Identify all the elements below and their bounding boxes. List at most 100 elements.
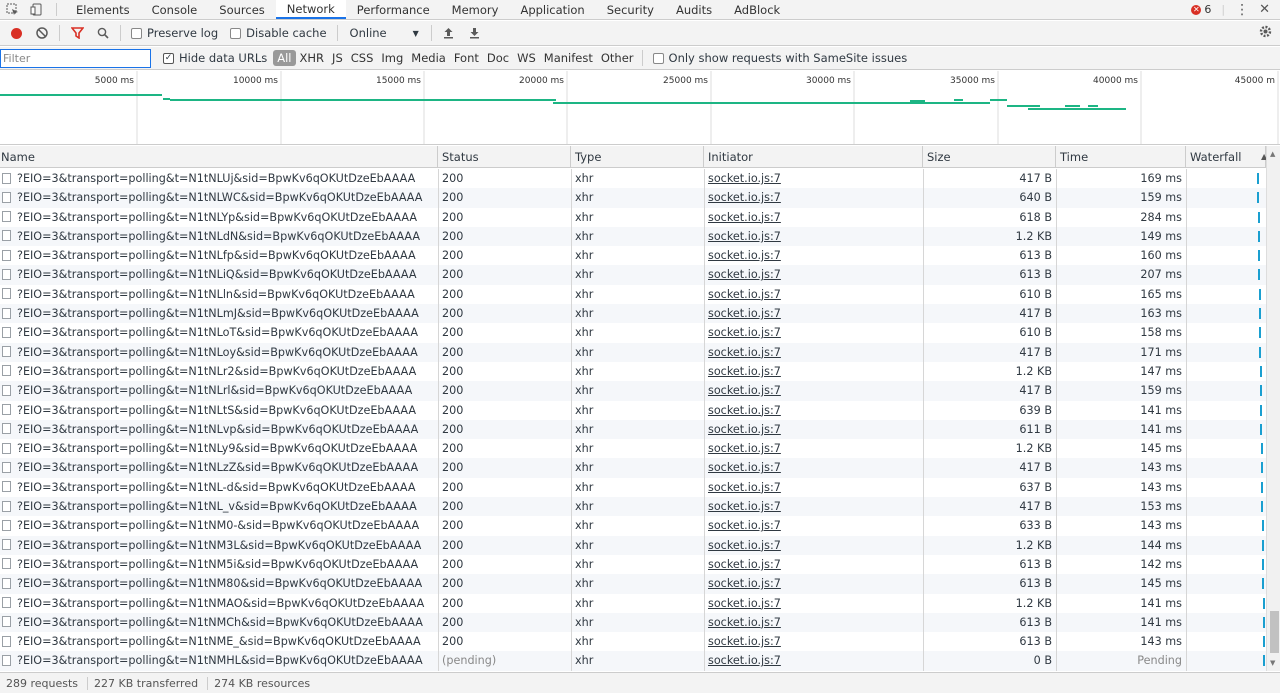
cell-initiator[interactable]: socket.io.js:7 (708, 172, 781, 185)
column-header-name[interactable]: Name (0, 146, 438, 168)
scroll-down-icon[interactable]: ▼ (1270, 659, 1275, 667)
cell-initiator[interactable]: socket.io.js:7 (708, 616, 781, 629)
filter-type-doc[interactable]: Doc (483, 51, 513, 65)
tab-console[interactable]: Console (141, 0, 209, 19)
column-header-size[interactable]: Size (923, 146, 1056, 168)
table-row[interactable]: ?EIO=3&transport=polling&t=N1tNL-d&sid=B… (0, 478, 1280, 497)
table-row[interactable]: ?EIO=3&transport=polling&t=N1tNM80&sid=B… (0, 574, 1280, 594)
inspect-element-icon[interactable] (0, 0, 24, 19)
tab-adblock[interactable]: AdBlock (723, 0, 791, 19)
cell-initiator[interactable]: socket.io.js:7 (708, 461, 781, 474)
tab-elements[interactable]: Elements (65, 0, 141, 19)
tab-sources[interactable]: Sources (208, 0, 276, 19)
cell-initiator[interactable]: socket.io.js:7 (708, 404, 781, 417)
cell-initiator[interactable]: socket.io.js:7 (708, 288, 781, 301)
tab-network[interactable]: Network (275, 0, 346, 19)
cell-initiator[interactable]: socket.io.js:7 (708, 500, 781, 513)
table-row[interactable]: ?EIO=3&transport=polling&t=N1tNM5i&sid=B… (0, 555, 1280, 574)
search-button[interactable] (90, 22, 116, 44)
cell-initiator[interactable]: socket.io.js:7 (708, 423, 781, 436)
cell-initiator[interactable]: socket.io.js:7 (708, 481, 781, 494)
disable-cache-box[interactable] (230, 27, 242, 39)
tab-performance[interactable]: Performance (346, 0, 441, 19)
column-header-waterfall[interactable]: Waterfall (1186, 146, 1266, 168)
clear-button[interactable] (29, 22, 55, 44)
cell-initiator[interactable]: socket.io.js:7 (708, 365, 781, 378)
column-header-time[interactable]: Time (1056, 146, 1186, 168)
filter-type-xhr[interactable]: XHR (296, 51, 329, 65)
cell-initiator[interactable]: socket.io.js:7 (708, 635, 781, 648)
table-row[interactable]: ?EIO=3&transport=polling&t=N1tNMCh&sid=B… (0, 612, 1280, 633)
cell-initiator[interactable]: socket.io.js:7 (708, 558, 781, 571)
tab-security[interactable]: Security (596, 0, 665, 19)
cell-initiator[interactable]: socket.io.js:7 (708, 577, 781, 590)
cell-initiator[interactable]: socket.io.js:7 (708, 211, 781, 224)
tab-application[interactable]: Application (509, 0, 595, 19)
table-row[interactable]: ?EIO=3&transport=polling&t=N1tNLfp&sid=B… (0, 246, 1280, 265)
table-row[interactable]: ?EIO=3&transport=polling&t=N1tNMHL&sid=B… (0, 651, 1280, 671)
disable-cache-checkbox[interactable]: Disable cache (224, 26, 332, 40)
cell-initiator[interactable]: socket.io.js:7 (708, 519, 781, 532)
cell-initiator[interactable]: socket.io.js:7 (708, 268, 781, 281)
cell-initiator[interactable]: socket.io.js:7 (708, 384, 781, 397)
filter-input[interactable]: Filter (0, 48, 151, 68)
cell-initiator[interactable]: socket.io.js:7 (708, 654, 781, 667)
filter-type-manifest[interactable]: Manifest (540, 51, 597, 65)
table-scrollbar[interactable]: ▲ ▼ (1266, 146, 1280, 671)
table-row[interactable]: ?EIO=3&transport=polling&t=N1tNLmJ&sid=B… (0, 304, 1280, 324)
tab-memory[interactable]: Memory (441, 0, 510, 19)
cell-initiator[interactable]: socket.io.js:7 (708, 539, 781, 552)
table-row[interactable]: ?EIO=3&transport=polling&t=N1tNLzZ&sid=B… (0, 458, 1280, 478)
preserve-log-box[interactable] (131, 27, 142, 39)
column-header-type[interactable]: Type (571, 146, 704, 168)
network-overview[interactable]: 5000 ms 10000 ms 15000 ms 20000 ms 25000 ms 3… (0, 71, 1280, 145)
table-row[interactable]: ?EIO=3&transport=polling&t=N1tNLrl&sid=B… (0, 381, 1280, 401)
close-devtools-icon[interactable]: ✕ (1259, 2, 1270, 17)
column-header-initiator[interactable]: Initiator (704, 146, 923, 168)
hide-data-urls-checkbox[interactable]: ✓ Hide data URLs (157, 51, 273, 65)
filter-type-ws[interactable]: WS (513, 51, 540, 65)
cell-initiator[interactable]: socket.io.js:7 (708, 597, 781, 610)
cell-initiator[interactable]: socket.io.js:7 (708, 326, 781, 339)
cell-initiator[interactable]: socket.io.js:7 (708, 346, 781, 359)
table-row[interactable]: ?EIO=3&transport=polling&t=N1tNLoT&sid=B… (0, 323, 1280, 342)
table-row[interactable]: ?EIO=3&transport=polling&t=N1tNLYp&sid=B… (0, 208, 1280, 227)
table-row[interactable]: ?EIO=3&transport=polling&t=N1tNLdN&sid=B… (0, 226, 1280, 247)
filter-type-img[interactable]: Img (377, 51, 407, 65)
filter-type-all[interactable]: All (273, 50, 296, 66)
record-button[interactable] (3, 22, 29, 44)
filter-toggle-button[interactable] (64, 22, 90, 44)
cell-initiator[interactable]: socket.io.js:7 (708, 249, 781, 262)
table-row[interactable]: ?EIO=3&transport=polling&t=N1tNME_&sid=B… (0, 632, 1280, 651)
column-header-status[interactable]: Status (438, 146, 571, 168)
table-row[interactable]: ?EIO=3&transport=polling&t=N1tNMAO&sid=B… (0, 594, 1280, 613)
samesite-box[interactable] (652, 52, 664, 64)
table-row[interactable]: ?EIO=3&transport=polling&t=N1tNM3L&sid=B… (0, 535, 1280, 555)
filter-type-js[interactable]: JS (328, 51, 347, 65)
filter-type-media[interactable]: Media (407, 51, 450, 65)
table-row[interactable]: ?EIO=3&transport=polling&t=N1tNM0-&sid=B… (0, 516, 1280, 535)
export-har-button[interactable] (462, 22, 488, 44)
cell-initiator[interactable]: socket.io.js:7 (708, 191, 781, 204)
preserve-log-checkbox[interactable]: Preserve log (125, 26, 224, 40)
table-row[interactable]: ?EIO=3&transport=polling&t=N1tNLr2&sid=B… (0, 362, 1280, 381)
table-row[interactable]: ?EIO=3&transport=polling&t=N1tNLy9&sid=B… (0, 439, 1280, 458)
cell-initiator[interactable]: socket.io.js:7 (708, 307, 781, 320)
tab-audits[interactable]: Audits (665, 0, 723, 19)
throttling-select[interactable]: Online ▼ (342, 26, 427, 40)
device-toolbar-icon[interactable] (24, 0, 48, 19)
scroll-thumb[interactable] (1270, 611, 1279, 653)
table-row[interactable]: ?EIO=3&transport=polling&t=N1tNLWC&sid=B… (0, 188, 1280, 208)
error-counter[interactable]: ✕ 6 (1191, 3, 1211, 16)
cell-initiator[interactable]: socket.io.js:7 (708, 442, 781, 455)
filter-type-css[interactable]: CSS (347, 51, 378, 65)
table-row[interactable]: ?EIO=3&transport=polling&t=N1tNLvp&sid=B… (0, 419, 1280, 440)
network-settings-button[interactable] (1259, 25, 1280, 41)
cell-initiator[interactable]: socket.io.js:7 (708, 230, 781, 243)
more-options-icon[interactable]: ⋮ (1235, 2, 1249, 18)
filter-type-font[interactable]: Font (450, 51, 483, 65)
table-row[interactable]: ?EIO=3&transport=polling&t=N1tNLoy&sid=B… (0, 342, 1280, 362)
table-row[interactable]: ?EIO=3&transport=polling&t=N1tNLtS&sid=B… (0, 401, 1280, 420)
checkmark-icon[interactable]: ✓ (163, 52, 174, 64)
table-row[interactable]: ?EIO=3&transport=polling&t=N1tNLiQ&sid=B… (0, 265, 1280, 285)
